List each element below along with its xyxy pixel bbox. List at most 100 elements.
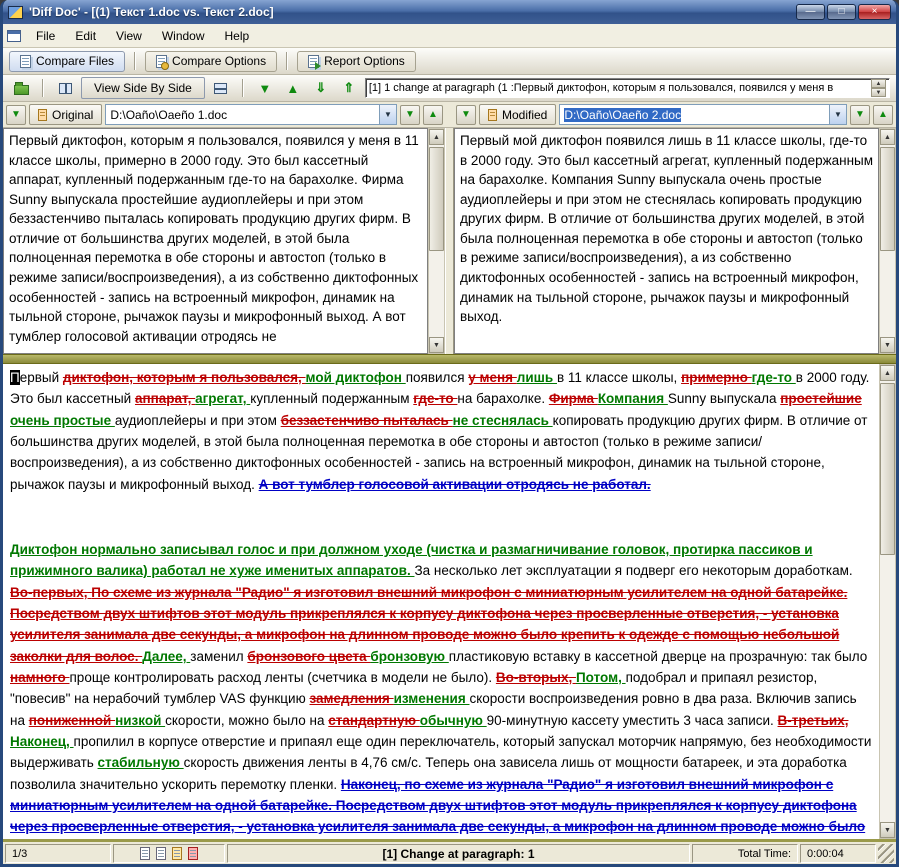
menu-help[interactable]: Help: [216, 26, 259, 46]
menu-window[interactable]: Window: [153, 26, 214, 46]
modified-options-button[interactable]: ▼: [456, 104, 476, 125]
original-doc-icon: [38, 108, 47, 121]
modified-pane[interactable]: Первый мой диктофон появился лишь в 11 к…: [454, 128, 879, 354]
scrollbar-thumb[interactable]: [880, 147, 895, 251]
original-text: Первый диктофон, которым я пользовался, …: [9, 133, 419, 344]
previous-change-button[interactable]: ▲: [281, 77, 305, 99]
scroll-up-button[interactable]: ▲: [880, 129, 895, 145]
modified-scrollbar[interactable]: ▲ ▼: [879, 128, 896, 354]
stacked-view-icon: [214, 82, 228, 94]
tab-report-options-label: Report Options: [324, 54, 405, 68]
toolbar-separator: [134, 52, 137, 70]
modified-text: Первый мой диктофон появился лишь в 11 к…: [460, 133, 874, 325]
original-scrollbar[interactable]: ▲ ▼: [428, 128, 445, 354]
combo-dropdown-icon[interactable]: ▼: [829, 105, 846, 124]
spin-down-button[interactable]: ▼: [871, 88, 886, 97]
open-folder-icon: [13, 81, 29, 95]
original-button[interactable]: Original: [29, 104, 103, 125]
tab-compare-files-label: Compare Files: [36, 54, 115, 68]
original-pane[interactable]: Первый диктофон, которым я пользовался, …: [3, 128, 428, 354]
modified-prev-button[interactable]: ▼: [850, 104, 870, 125]
change-readout[interactable]: [1] 1 change at paragraph (1 :Первый дик…: [364, 78, 890, 98]
report-icon[interactable]: [140, 847, 150, 860]
modified-next-button[interactable]: ▲: [873, 104, 893, 125]
diff-paragraph: Диктофон нормально записывал голос и при…: [10, 541, 872, 835]
folder-doc-icon[interactable]: [172, 847, 182, 860]
scroll-down-button[interactable]: ▼: [429, 337, 444, 353]
original-next-button[interactable]: ▲: [423, 104, 443, 125]
toolbar-separator: [42, 79, 44, 97]
pane-splitter[interactable]: [445, 128, 454, 354]
document-icon: [7, 29, 21, 42]
tabs-toolbar: Compare Files Compare Options Report Opt…: [3, 48, 896, 75]
original-header: ▼ Original D:\Oaño\Oaeño 1.doc ▼ ▼ ▲: [6, 104, 443, 125]
app-window: 'Diff Doc' - [(1) Текст 1.doc vs. Текст …: [0, 0, 899, 867]
maximize-button[interactable]: □: [827, 4, 856, 20]
total-time-label: Total Time:: [692, 844, 798, 863]
document-panes: Первый диктофон, которым я пользовался, …: [3, 128, 896, 354]
title-bar[interactable]: 'Diff Doc' - [(1) Текст 1.doc vs. Текст …: [3, 0, 896, 24]
tab-compare-files[interactable]: Compare Files: [9, 50, 126, 72]
total-time-value: 0:00:04: [800, 844, 876, 863]
change-readout-text: [1] 1 change at paragraph (1 :Первый дик…: [368, 82, 834, 94]
scrollbar-thumb[interactable]: [880, 383, 895, 555]
status-icons: [113, 844, 225, 863]
scroll-down-button[interactable]: ▼: [880, 822, 895, 838]
menu-bar: File Edit View Window Help: [3, 24, 896, 48]
menu-file[interactable]: File: [27, 26, 64, 46]
document-icon[interactable]: [156, 847, 166, 860]
page-indicator: 1/3: [5, 844, 111, 863]
compare-files-icon: [20, 54, 31, 68]
diff-paragraph: Первый диктофон, которым я пользовался, …: [10, 370, 870, 492]
scroll-down-button[interactable]: ▼: [880, 337, 895, 353]
original-prev-button[interactable]: ▼: [400, 104, 420, 125]
scrollbar-track[interactable]: [880, 145, 895, 337]
scrollbar-track[interactable]: [880, 381, 895, 822]
diff-text: Первый диктофон, которым я пользовался, …: [3, 364, 879, 839]
scroll-up-button[interactable]: ▲: [880, 365, 895, 381]
modified-label: Modified: [502, 107, 548, 122]
toolbar-separator: [286, 52, 289, 70]
modified-header: ▼ Modified D:\Oaño\Oaeño 2.doc ▼ ▼ ▲: [456, 104, 893, 125]
original-path: D:\Oaño\Oaeño 1.doc: [110, 107, 228, 122]
combo-dropdown-icon[interactable]: ▼: [379, 105, 396, 124]
scrollbar-thumb[interactable]: [429, 147, 444, 251]
report-options-icon: [308, 54, 322, 70]
alert-doc-icon[interactable]: [188, 847, 198, 860]
side-by-side-icon: [58, 82, 72, 94]
minimize-button[interactable]: —: [796, 4, 825, 20]
modified-doc-icon: [488, 108, 497, 121]
tab-compare-options-label: Compare Options: [172, 54, 267, 68]
menu-view[interactable]: View: [107, 26, 151, 46]
original-label: Original: [52, 107, 94, 122]
menu-edit[interactable]: Edit: [66, 26, 105, 46]
original-options-button[interactable]: ▼: [6, 104, 26, 125]
diff-scrollbar[interactable]: ▲ ▼: [879, 364, 896, 839]
first-change-button[interactable]: ⇑: [337, 77, 361, 99]
pane-headers: ▼ Original D:\Oaño\Oaeño 1.doc ▼ ▼ ▲ ▼ M…: [3, 102, 896, 128]
close-button[interactable]: ×: [858, 4, 891, 20]
change-spinner: ▲ ▼: [871, 79, 886, 97]
layout-horizontal-button[interactable]: [209, 77, 233, 99]
diff-pane[interactable]: Первый диктофон, которым я пользовался, …: [3, 364, 896, 842]
change-status: [1] Change at paragraph: 1: [227, 844, 690, 863]
status-bar: 1/3 [1] Change at paragraph: 1 Total Tim…: [3, 842, 896, 864]
next-change-button[interactable]: ▼: [253, 77, 277, 99]
open-file-button[interactable]: [9, 77, 33, 99]
tab-report-options[interactable]: Report Options: [297, 50, 416, 72]
modified-path-combo[interactable]: D:\Oaño\Oaeño 2.doc ▼: [559, 104, 847, 125]
view-side-by-side-button[interactable]: View Side By Side: [81, 77, 205, 99]
scroll-up-button[interactable]: ▲: [429, 129, 444, 145]
original-path-combo[interactable]: D:\Oaño\Oaeño 1.doc ▼: [105, 104, 397, 125]
layout-vertical-button[interactable]: [53, 77, 77, 99]
resize-grip[interactable]: [878, 844, 894, 863]
window-title: 'Diff Doc' - [(1) Текст 1.doc vs. Текст …: [29, 5, 274, 19]
navigation-toolbar: View Side By Side ▼ ▲ ⇓ ⇑ [1] 1 change a…: [3, 75, 896, 102]
toolbar-separator: [241, 79, 244, 97]
horizontal-splitter[interactable]: [3, 354, 896, 364]
modified-button[interactable]: Modified: [479, 104, 557, 125]
tab-compare-options[interactable]: Compare Options: [145, 50, 278, 72]
last-change-button[interactable]: ⇓: [309, 77, 333, 99]
scrollbar-track[interactable]: [429, 145, 444, 337]
spin-up-button[interactable]: ▲: [871, 79, 886, 88]
